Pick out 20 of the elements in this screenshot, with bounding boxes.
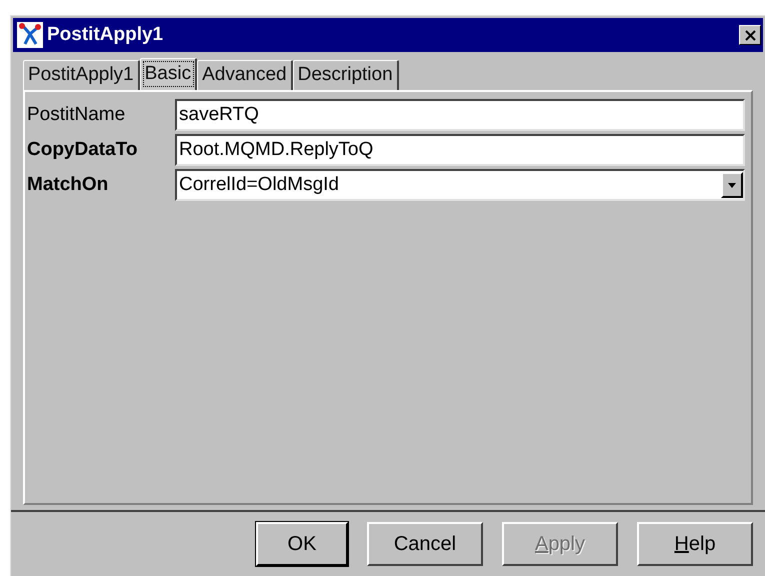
window-title: PostitApply1: [47, 22, 164, 47]
tab[interactable]: Basic: [140, 58, 198, 90]
tab[interactable]: PostitApply1: [23, 60, 140, 90]
app-icon: [17, 22, 43, 48]
close-icon: [744, 30, 756, 40]
field-label: PostitName: [27, 102, 126, 127]
field-label: MatchOn: [27, 172, 110, 197]
text-field[interactable]: Root.MQMD.ReplyToQ: [175, 134, 745, 166]
close-button[interactable]: [739, 25, 761, 45]
caret-icon: [728, 182, 736, 188]
text-field[interactable]: saveRTQ: [175, 99, 745, 131]
dropdown-field[interactable]: CorrelId=OldMsgId: [175, 169, 745, 201]
dialog-button[interactable]: OK: [256, 522, 348, 566]
dropdown-button[interactable]: [721, 172, 743, 198]
field-label: CopyDataTo: [27, 138, 138, 162]
tab[interactable]: Advanced: [197, 60, 293, 90]
tab[interactable]: Description: [292, 60, 399, 90]
dialog-button[interactable]: Help: [637, 522, 753, 566]
dialog-button[interactable]: Cancel: [367, 522, 483, 566]
dropdown-value: CorrelId=OldMsgId: [179, 172, 340, 197]
